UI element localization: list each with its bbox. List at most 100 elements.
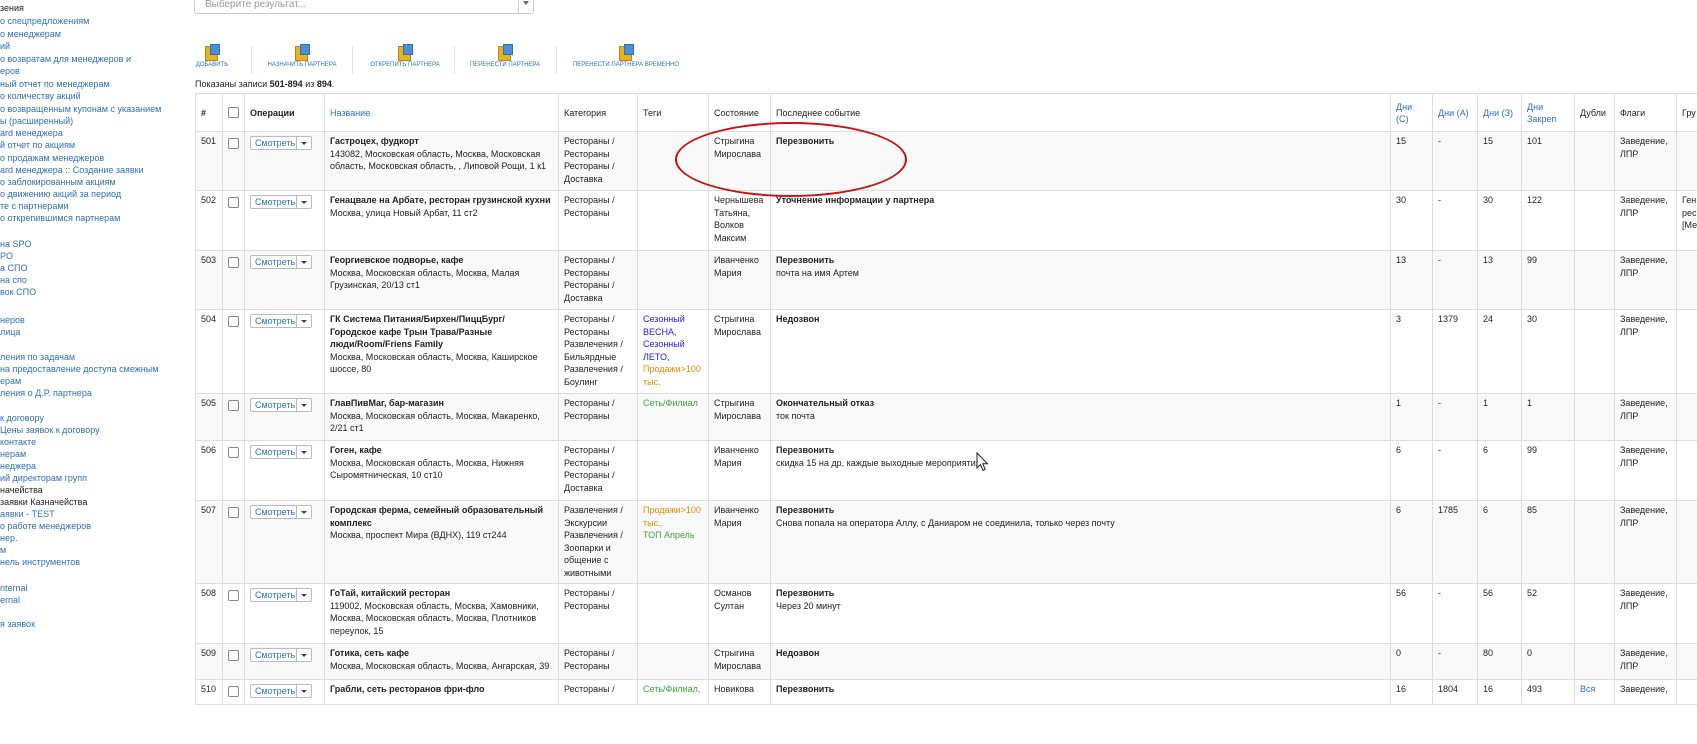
sidebar-link[interactable]: я заявок xyxy=(0,618,35,630)
sidebar-link[interactable]: о возвращенным купонам с указанием xyxy=(0,103,161,115)
sidebar-link[interactable]: nternal xyxy=(0,582,28,594)
sidebar-link[interactable]: ий директорам групп xyxy=(0,472,87,484)
sidebar-link[interactable]: вок СПО xyxy=(0,286,36,298)
chevron-down-icon[interactable] xyxy=(296,506,311,518)
row-checkbox[interactable] xyxy=(228,507,239,518)
tag-link[interactable]: Продажи>100 тыс., xyxy=(643,504,703,529)
row-dups[interactable] xyxy=(1574,131,1615,191)
unpin-partner-button[interactable]: ОТКРЕПИТЬ ПАРТНЕРА xyxy=(367,44,443,76)
partner-name[interactable]: Гоген, кафе xyxy=(330,444,553,457)
row-dups[interactable] xyxy=(1574,583,1615,644)
view-button[interactable]: Смотреть xyxy=(250,398,312,412)
sidebar-link[interactable]: ы (расширенный) xyxy=(0,115,73,127)
row-checkbox[interactable] xyxy=(228,650,239,661)
view-button[interactable]: Смотреть xyxy=(250,684,312,698)
sidebar-link[interactable]: ный отчет по менеджерам xyxy=(0,78,110,90)
sidebar-link[interactable]: начейства xyxy=(0,484,43,496)
chevron-down-icon[interactable] xyxy=(296,685,311,697)
tag-link[interactable]: Сеть/Филиал, xyxy=(643,683,703,696)
sidebar-link[interactable]: о работе менеджеров xyxy=(0,520,91,532)
sidebar-link[interactable]: те с партнерами xyxy=(0,200,69,212)
row-checkbox[interactable] xyxy=(228,257,239,268)
chevron-down-icon[interactable] xyxy=(296,256,311,268)
row-dups[interactable] xyxy=(1574,250,1615,310)
chevron-down-icon[interactable] xyxy=(296,446,311,458)
sidebar-link[interactable]: ления по задачам xyxy=(0,351,75,363)
sidebar-link[interactable]: о количеству акций xyxy=(0,90,81,102)
partner-name[interactable]: Готика, сеть кафе xyxy=(330,647,553,660)
sidebar-link[interactable]: нерам xyxy=(0,448,26,460)
sidebar-link[interactable]: о заблокированным акциям xyxy=(0,176,116,188)
partner-name[interactable]: ГлавПивМаг, бар-магазин xyxy=(330,397,553,410)
col-header-days-pin[interactable]: Дни Закреп xyxy=(1521,93,1575,132)
result-select[interactable]: Выберите результат... xyxy=(194,0,534,14)
sidebar-link[interactable]: о менеджерам xyxy=(0,28,61,40)
sidebar-link[interactable]: ard менеджера xyxy=(0,127,63,139)
sidebar-link[interactable]: Цены заявок к договору xyxy=(0,424,100,436)
col-header-name[interactable]: Название xyxy=(324,93,559,132)
view-button[interactable]: Смотреть xyxy=(250,314,312,328)
move-partner-button[interactable]: ПЕРЕНЕСТИ ПАРТНЕРА xyxy=(467,44,543,76)
row-checkbox[interactable] xyxy=(228,138,239,149)
chevron-down-icon[interactable] xyxy=(296,589,311,601)
row-checkbox[interactable] xyxy=(228,316,239,327)
col-header-days-c[interactable]: Дни (С) xyxy=(1390,93,1433,132)
view-button[interactable]: Смотреть xyxy=(250,588,312,602)
sidebar-link[interactable]: о открепившимся партнерам xyxy=(0,212,120,224)
add-button[interactable]: ДОБАВИТЬ xyxy=(194,44,230,76)
sidebar-link[interactable]: ий xyxy=(0,40,10,52)
sidebar-link[interactable]: PO xyxy=(0,250,13,262)
tag-link[interactable]: ТОП Апрель xyxy=(643,529,703,542)
sidebar-link[interactable]: неджера xyxy=(0,460,36,472)
move-partner-temp-button[interactable]: ПЕРЕНЕСТИ ПАРТНЕРА ВРЕМЕННО xyxy=(570,44,682,76)
sidebar-link[interactable]: контакте xyxy=(0,436,36,448)
sidebar-link[interactable]: неров xyxy=(0,314,25,326)
row-checkbox[interactable] xyxy=(228,590,239,601)
sidebar-link[interactable]: зения xyxy=(0,2,24,14)
chevron-down-icon[interactable] xyxy=(296,137,311,149)
chevron-down-icon[interactable] xyxy=(518,0,533,13)
sidebar-link[interactable]: о возвратам для менеджеров и xyxy=(0,53,131,65)
row-checkbox[interactable] xyxy=(228,686,239,697)
sidebar-link[interactable]: й отчет по акциям xyxy=(0,139,75,151)
sidebar-link[interactable]: нер. xyxy=(0,532,17,544)
sidebar-link[interactable]: лица xyxy=(0,326,20,338)
row-dups[interactable]: Вся xyxy=(1574,679,1615,705)
chevron-down-icon[interactable] xyxy=(296,649,311,661)
sidebar-link[interactable]: к договору xyxy=(0,412,44,424)
assign-partner-button[interactable]: НАЗНАЧИТЬ ПАРТНЕРА xyxy=(264,44,340,76)
row-dups[interactable] xyxy=(1574,500,1615,584)
sidebar-link[interactable]: о продажам менеджеров xyxy=(0,152,104,164)
view-button[interactable]: Смотреть xyxy=(250,648,312,662)
sidebar-link[interactable]: нель инструментов xyxy=(0,556,80,568)
partner-name[interactable]: Городская ферма, семейный образовательны… xyxy=(330,504,553,529)
sidebar-link[interactable]: м xyxy=(0,544,6,556)
col-header-days-a[interactable]: Дни (А) xyxy=(1432,93,1478,132)
row-dups[interactable] xyxy=(1574,393,1615,441)
sidebar-link[interactable]: на SPO xyxy=(0,238,31,250)
sidebar-link[interactable]: заявки Казначейства xyxy=(0,496,87,508)
row-checkbox[interactable] xyxy=(228,447,239,458)
row-dups[interactable] xyxy=(1574,309,1615,394)
partner-name[interactable]: Генацвале на Арбате, ресторан грузинской… xyxy=(330,194,553,207)
partner-name[interactable]: ГоТай, китайский ресторан xyxy=(330,587,553,600)
row-checkbox[interactable] xyxy=(228,400,239,411)
tag-link[interactable]: Продажи>100 тыс. xyxy=(643,363,703,388)
sidebar-link[interactable]: на предоставление доступа смежным xyxy=(0,363,158,375)
sidebar-link[interactable]: аявки - TEST xyxy=(0,508,55,520)
sidebar-link[interactable]: о движению акций за период xyxy=(0,188,121,200)
row-dups[interactable] xyxy=(1574,440,1615,501)
sidebar-link[interactable]: ard менеджера :: Создание заявки xyxy=(0,164,144,176)
sidebar-link[interactable]: о спецпредложениям xyxy=(0,15,89,27)
sidebar-link[interactable]: ерам xyxy=(0,375,21,387)
view-button[interactable]: Смотреть xyxy=(250,195,312,209)
partner-name[interactable]: ГК Система Питания/Бирхен/ПиццБург/ Горо… xyxy=(330,313,553,351)
tag-link[interactable]: Сезонный ВЕСНА, xyxy=(643,313,703,338)
sidebar-link[interactable]: ernal xyxy=(0,594,20,606)
view-button[interactable]: Смотреть xyxy=(250,136,312,150)
view-button[interactable]: Смотреть xyxy=(250,445,312,459)
chevron-down-icon[interactable] xyxy=(296,196,311,208)
row-checkbox[interactable] xyxy=(228,197,239,208)
view-button[interactable]: Смотреть xyxy=(250,255,312,269)
chevron-down-icon[interactable] xyxy=(296,315,311,327)
